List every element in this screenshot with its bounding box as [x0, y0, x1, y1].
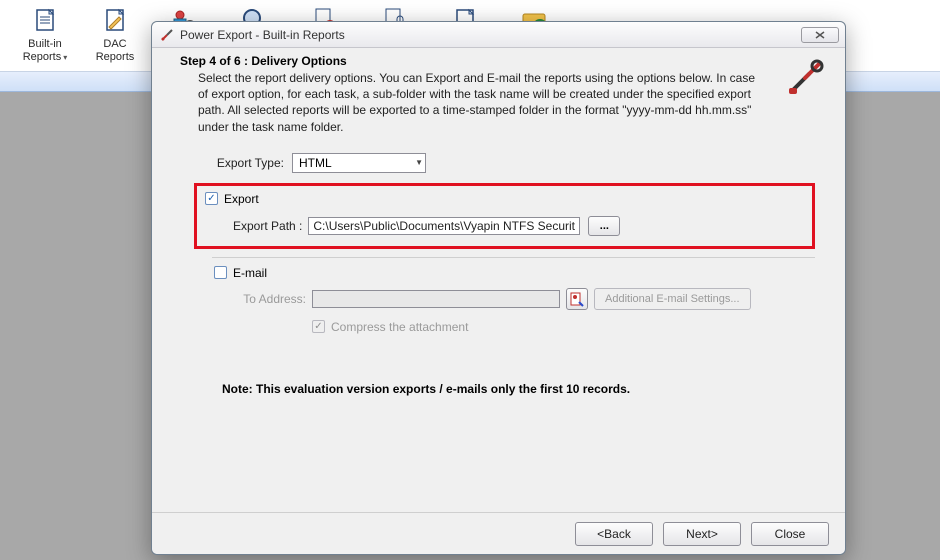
email-checkbox-label: E-mail: [233, 266, 267, 280]
address-book-button[interactable]: [566, 288, 588, 310]
compress-label: Compress the attachment: [331, 320, 468, 334]
compress-checkbox: [312, 320, 325, 333]
ribbon-item-label: DAC Reports: [96, 38, 135, 63]
email-checkbox[interactable]: [214, 266, 227, 279]
to-address-label: To Address:: [236, 292, 306, 306]
window-close-button[interactable]: [801, 27, 839, 43]
close-icon: [814, 30, 826, 40]
dialog-titlebar: Power Export - Built-in Reports: [152, 22, 845, 48]
back-button[interactable]: <Back: [575, 522, 653, 546]
to-address-input: [312, 290, 560, 308]
step-description: Select the report delivery options. You …: [198, 70, 761, 135]
additional-email-settings-button: Additional E-mail Settings...: [594, 288, 751, 310]
export-path-label: Export Path :: [233, 219, 302, 233]
export-checkbox[interactable]: [205, 192, 218, 205]
next-button[interactable]: Next>: [663, 522, 741, 546]
export-type-value: HTML: [299, 156, 332, 170]
export-type-row: Export Type: HTML ▼: [194, 153, 815, 173]
export-highlight-box: Export Export Path : ...: [194, 183, 815, 249]
export-type-label: Export Type:: [194, 156, 284, 170]
dialog-title: Power Export - Built-in Reports: [180, 28, 795, 42]
ribbon-builtin-reports[interactable]: Built-in Reports▾: [10, 4, 80, 66]
chevron-down-icon: ▾: [63, 53, 67, 62]
evaluation-note: Note: This evaluation version exports / …: [222, 382, 815, 396]
dialog-body: Step 4 of 6 : Delivery Options Select th…: [152, 48, 845, 512]
export-type-select[interactable]: HTML ▼: [292, 153, 426, 173]
section-divider: [212, 257, 815, 258]
address-book-icon: [569, 291, 585, 307]
export-path-input[interactable]: [308, 217, 580, 235]
step-title: Step 4 of 6 : Delivery Options: [180, 54, 831, 68]
close-button[interactable]: Close: [751, 522, 829, 546]
export-checkbox-label: Export: [224, 192, 259, 206]
dialog-button-bar: <Back Next> Close: [152, 512, 845, 554]
browse-button[interactable]: ...: [588, 216, 620, 236]
document-report-icon: [30, 6, 60, 36]
ribbon-item-label: Built-in Reports▾: [23, 38, 68, 63]
chevron-down-icon: ▼: [415, 158, 423, 167]
pencil-report-icon: [100, 6, 130, 36]
wrench-small-icon: [160, 28, 174, 42]
ribbon-dac-reports[interactable]: DAC Reports: [80, 4, 150, 66]
power-export-dialog: Power Export - Built-in Reports Step 4 o…: [151, 21, 846, 555]
tools-large-icon: [785, 56, 827, 98]
